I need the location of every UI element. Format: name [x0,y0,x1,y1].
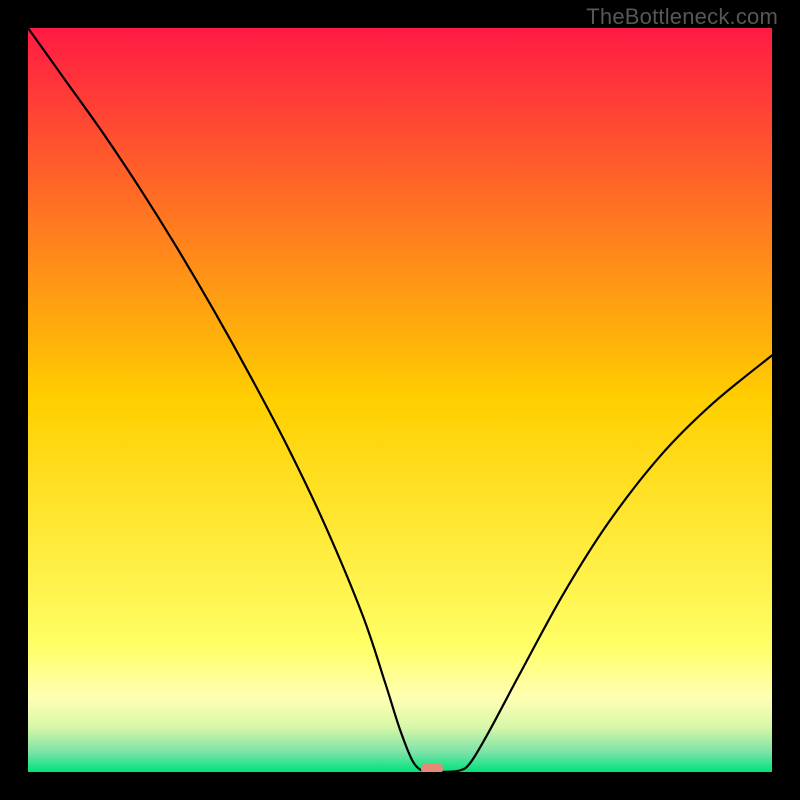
plot-area [28,28,772,772]
optimal-point-marker [421,763,443,772]
gradient-background [28,28,772,772]
chart-frame: TheBottleneck.com [0,0,800,800]
watermark-text: TheBottleneck.com [586,4,778,30]
chart-svg [28,28,772,772]
